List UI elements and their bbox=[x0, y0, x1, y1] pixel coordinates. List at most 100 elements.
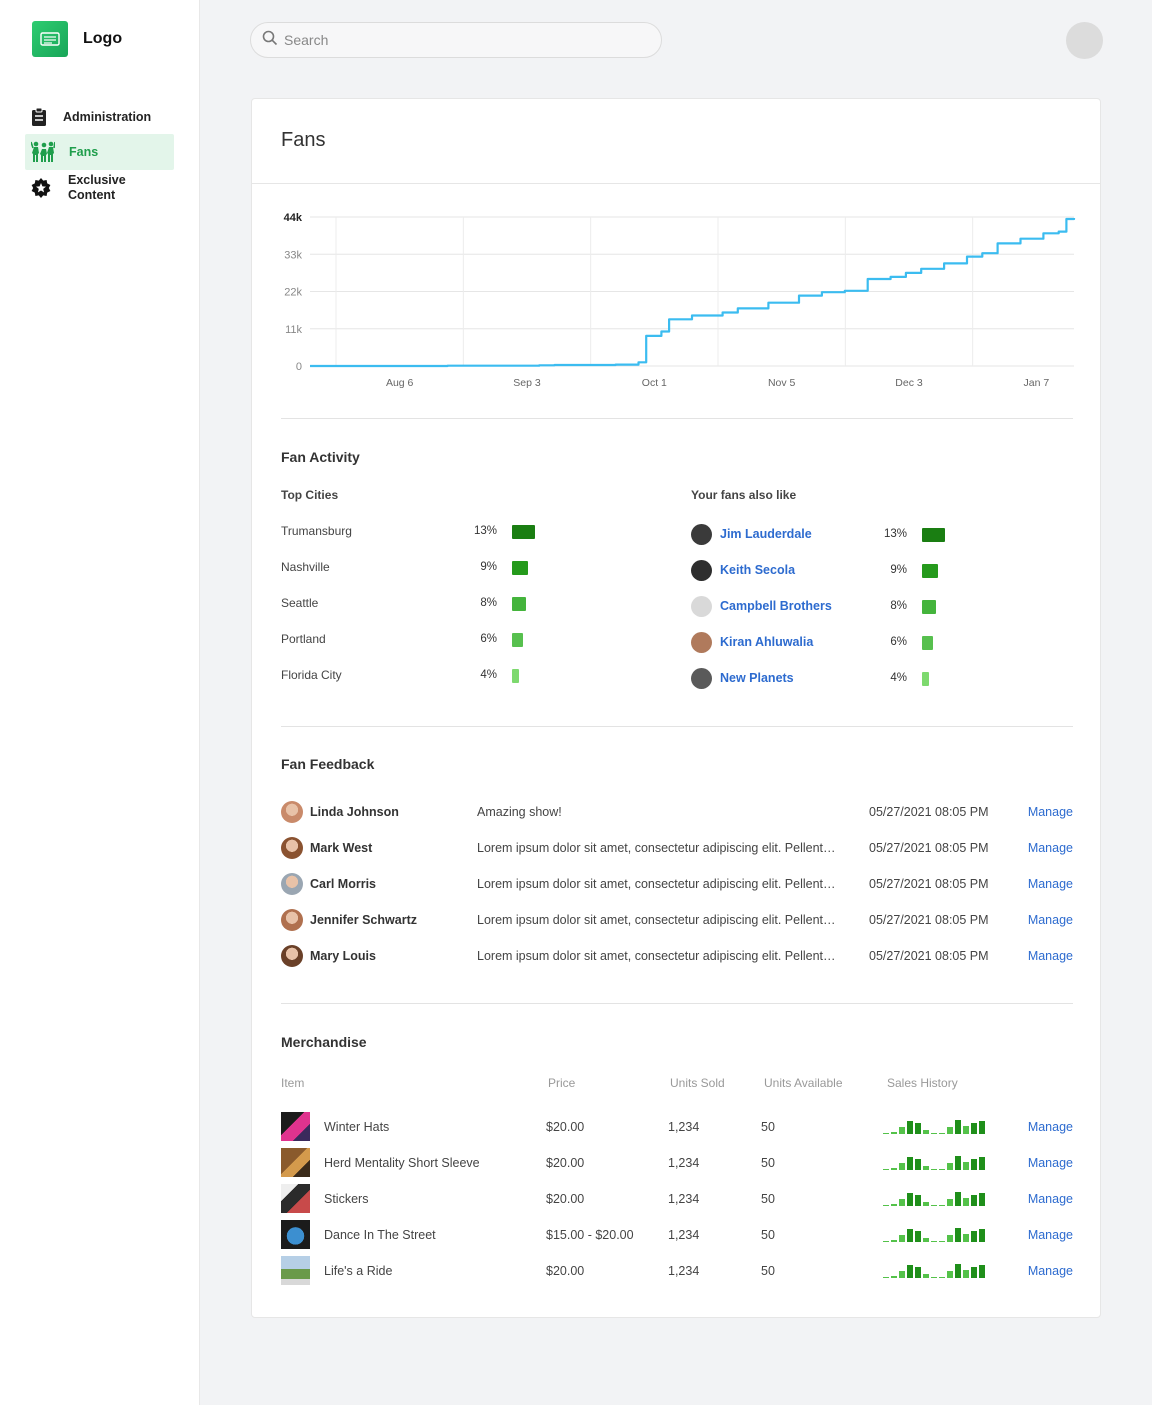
feedback-message: Lorem ipsum dolor sit amet, consectetur … bbox=[477, 913, 842, 927]
artist-percent: 9% bbox=[890, 564, 907, 576]
feedback-date: 05/27/2021 08:05 PM bbox=[869, 877, 989, 891]
sparkline-bar bbox=[883, 1205, 889, 1206]
y-tick-label: 33k bbox=[284, 249, 302, 261]
manage-link[interactable]: Manage bbox=[1028, 1192, 1073, 1206]
city-row: Nashville 9% bbox=[281, 557, 661, 577]
column-header-units-sold: Units Sold bbox=[670, 1076, 725, 1090]
people-icon bbox=[31, 141, 57, 163]
sidebar-item-fans[interactable]: Fans bbox=[25, 134, 174, 170]
artist-row: Keith Secola 9% bbox=[691, 559, 1071, 581]
city-row: Trumansburg 13% bbox=[281, 521, 661, 541]
logo[interactable]: Logo bbox=[32, 21, 122, 57]
feedback-date: 05/27/2021 08:05 PM bbox=[869, 949, 989, 963]
manage-link[interactable]: Manage bbox=[1028, 1228, 1073, 1242]
merch-thumbnail bbox=[281, 1220, 310, 1249]
artist-avatar bbox=[691, 631, 712, 653]
city-bar bbox=[512, 633, 523, 647]
city-name: Florida City bbox=[281, 668, 342, 682]
manage-link[interactable]: Manage bbox=[1028, 949, 1073, 963]
city-percent: 6% bbox=[480, 633, 497, 645]
sparkline-bar bbox=[955, 1264, 961, 1278]
artist-avatar bbox=[691, 667, 712, 689]
manage-link[interactable]: Manage bbox=[1028, 1120, 1073, 1134]
sparkline-bar bbox=[939, 1205, 945, 1206]
merch-units-sold: 1,234 bbox=[668, 1156, 700, 1170]
fan-avatar bbox=[281, 837, 303, 859]
merch-item-name: Stickers bbox=[324, 1192, 369, 1206]
sparkline-bar bbox=[923, 1238, 929, 1242]
feedback-date: 05/27/2021 08:05 PM bbox=[869, 805, 989, 819]
sidebar-nav: Administration Fans Exclusive Content bbox=[25, 100, 174, 206]
sparkline-bar bbox=[899, 1271, 905, 1278]
city-percent: 8% bbox=[480, 597, 497, 609]
feedback-message: Lorem ipsum dolor sit amet, consectetur … bbox=[477, 949, 842, 963]
sidebar-item-label: Exclusive Content bbox=[68, 173, 126, 202]
artist-link[interactable]: New Planets bbox=[720, 671, 794, 685]
sparkline-bar bbox=[931, 1277, 937, 1278]
sparkline-bar bbox=[963, 1234, 969, 1242]
sparkline-bar bbox=[947, 1235, 953, 1242]
artist-link[interactable]: Keith Secola bbox=[720, 563, 795, 577]
sparkline-bar bbox=[915, 1231, 921, 1242]
user-avatar[interactable] bbox=[1066, 22, 1103, 59]
artist-bar bbox=[922, 672, 929, 686]
artist-row: Jim Lauderdale 13% bbox=[691, 523, 1071, 545]
sparkline-bar bbox=[939, 1133, 945, 1134]
artist-percent: 4% bbox=[890, 672, 907, 684]
fan-name: Mark West bbox=[310, 841, 373, 855]
artist-link[interactable]: Campbell Brothers bbox=[720, 599, 832, 613]
manage-link[interactable]: Manage bbox=[1028, 1264, 1073, 1278]
merch-item-name: Dance In The Street bbox=[324, 1228, 436, 1242]
fan-avatar bbox=[281, 873, 303, 895]
city-bar bbox=[512, 525, 535, 539]
sales-history-sparkline bbox=[883, 1118, 993, 1137]
column-header-item: Item bbox=[281, 1076, 305, 1090]
merchandise-title: Merchandise bbox=[281, 1034, 367, 1050]
sparkline-bar bbox=[891, 1240, 897, 1242]
feedback-row: Carl Morris Lorem ipsum dolor sit amet, c… bbox=[281, 872, 1073, 896]
star-badge-icon bbox=[31, 178, 57, 198]
artist-link[interactable]: Jim Lauderdale bbox=[720, 527, 812, 541]
merch-item-name: Herd Mentality Short Sleeve bbox=[324, 1156, 480, 1170]
x-tick-label: Nov 5 bbox=[768, 377, 796, 389]
manage-link[interactable]: Manage bbox=[1028, 913, 1073, 927]
search-input[interactable] bbox=[284, 32, 644, 48]
merch-item-name: Life's a Ride bbox=[324, 1264, 393, 1278]
manage-link[interactable]: Manage bbox=[1028, 1156, 1073, 1170]
artist-link[interactable]: Kiran Ahluwalia bbox=[720, 635, 813, 649]
sparkline-bar bbox=[947, 1199, 953, 1206]
search-icon bbox=[262, 30, 278, 51]
sparkline-bar bbox=[907, 1121, 913, 1134]
merch-item-name: Winter Hats bbox=[324, 1120, 390, 1134]
divider bbox=[281, 418, 1073, 419]
sidebar-item-label: Administration bbox=[63, 110, 152, 124]
feedback-date: 05/27/2021 08:05 PM bbox=[869, 841, 989, 855]
sidebar: Logo Administration Fans Exclusive Conte… bbox=[0, 0, 200, 1405]
merch-units-sold: 1,234 bbox=[668, 1264, 700, 1278]
search-bar[interactable] bbox=[250, 22, 662, 58]
sparkline-bar bbox=[923, 1202, 929, 1206]
sparkline-bar bbox=[899, 1235, 905, 1242]
sparkline-bar bbox=[883, 1277, 889, 1278]
sparkline-bar bbox=[931, 1241, 937, 1242]
merch-row: Dance In The Street $15.00 - $20.00 1,234 5… bbox=[281, 1220, 1073, 1250]
page-title: Fans bbox=[281, 129, 326, 151]
sparkline-bar bbox=[971, 1123, 977, 1134]
merch-row: Herd Mentality Short Sleeve $20.00 1,234 50… bbox=[281, 1148, 1073, 1178]
merch-units-available: 50 bbox=[761, 1120, 775, 1134]
artist-bar bbox=[922, 564, 938, 578]
manage-link[interactable]: Manage bbox=[1028, 805, 1073, 819]
fan-name: Mary Louis bbox=[310, 949, 376, 963]
sidebar-item-administration[interactable]: Administration bbox=[25, 100, 174, 134]
also-like-title: Your fans also like bbox=[691, 488, 797, 502]
city-bar bbox=[512, 669, 519, 683]
top-cities-title: Top Cities bbox=[281, 488, 339, 502]
manage-link[interactable]: Manage bbox=[1028, 841, 1073, 855]
x-tick-label: Jan 7 bbox=[1023, 377, 1049, 389]
sidebar-item-exclusive-content[interactable]: Exclusive Content bbox=[25, 170, 174, 206]
sparkline-bar bbox=[979, 1265, 985, 1278]
fan-name: Jennifer Schwartz bbox=[310, 913, 417, 927]
sparkline-bar bbox=[923, 1130, 929, 1134]
artist-percent: 8% bbox=[890, 600, 907, 612]
manage-link[interactable]: Manage bbox=[1028, 877, 1073, 891]
